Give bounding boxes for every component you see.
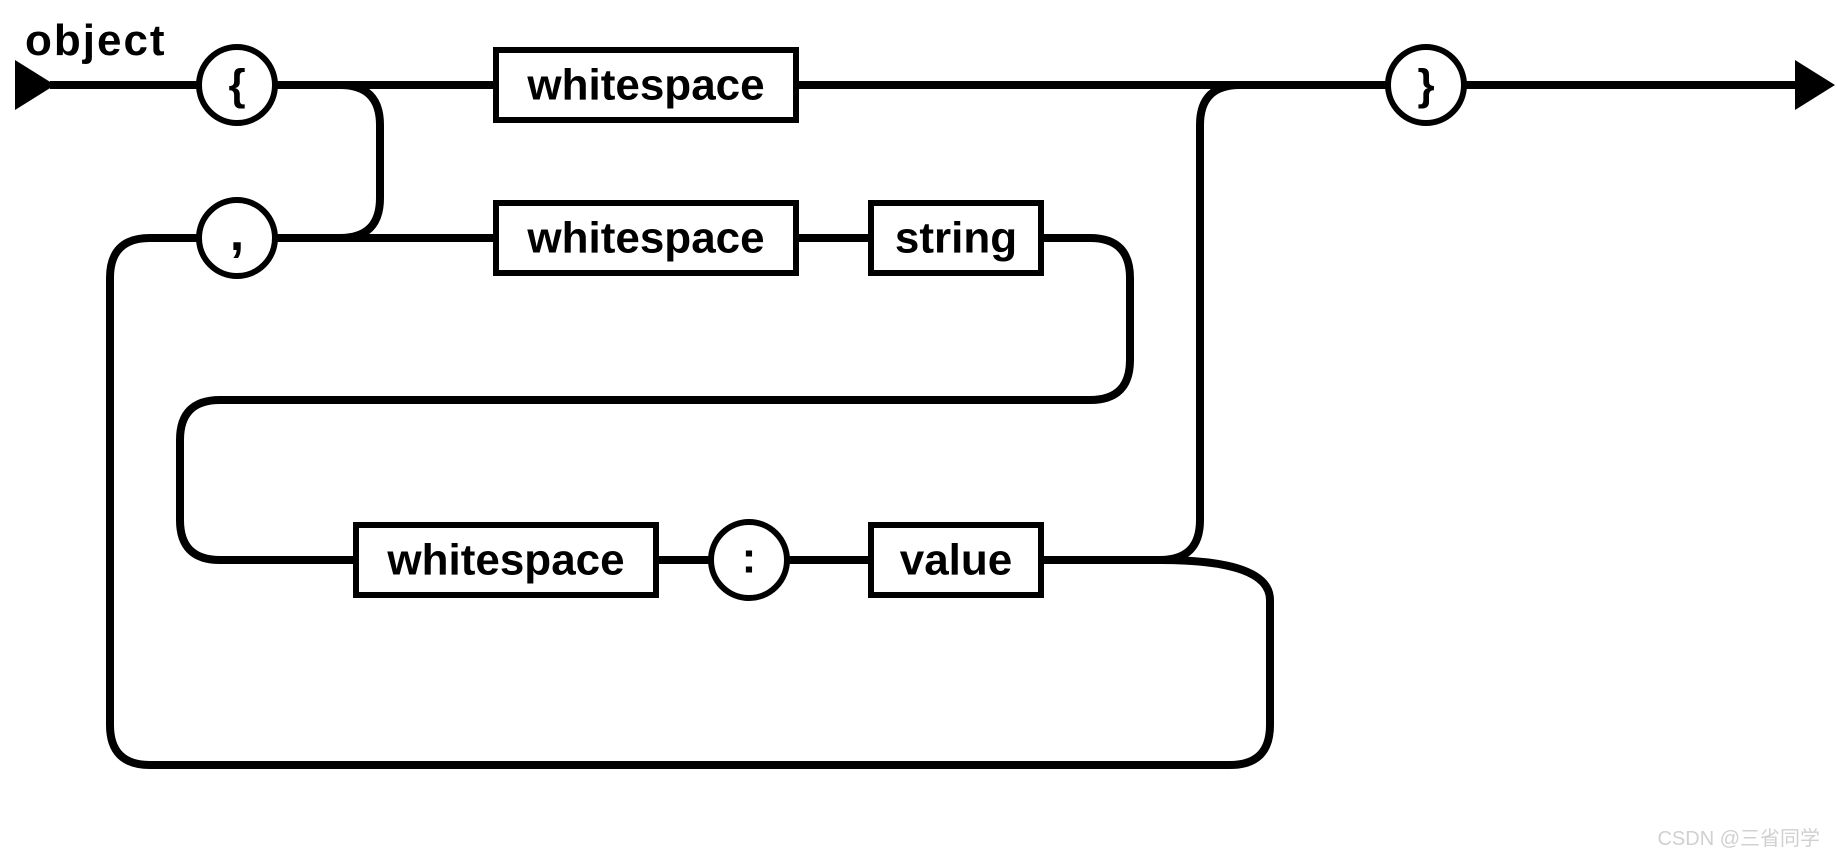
rail-branch xyxy=(110,238,150,765)
terminal-colon-label: : xyxy=(742,534,757,583)
rail-branch xyxy=(180,400,220,560)
watermark-text: CSDN @三省同学 xyxy=(1657,827,1820,850)
rail-branch xyxy=(1090,238,1130,400)
nonterminal-value-label: value xyxy=(900,536,1013,585)
diagram-title: object xyxy=(25,16,167,65)
terminal-open-brace-label: { xyxy=(228,61,245,110)
nonterminal-whitespace-bottom-label: whitespace xyxy=(386,536,624,585)
terminal-comma-label: , xyxy=(230,204,244,262)
end-arrow xyxy=(1795,60,1835,110)
railroad-diagram: object { whitespace } , xyxy=(0,0,1837,857)
nonterminal-string-label: string xyxy=(895,214,1017,263)
nonterminal-whitespace-mid-label: whitespace xyxy=(526,214,764,263)
nonterminal-whitespace-top-label: whitespace xyxy=(526,61,764,110)
terminal-close-brace-label: } xyxy=(1417,61,1434,110)
rail-branch xyxy=(340,85,380,238)
start-marker xyxy=(15,60,55,110)
rail-branch xyxy=(1160,85,1240,560)
rail-branch xyxy=(1160,560,1270,765)
